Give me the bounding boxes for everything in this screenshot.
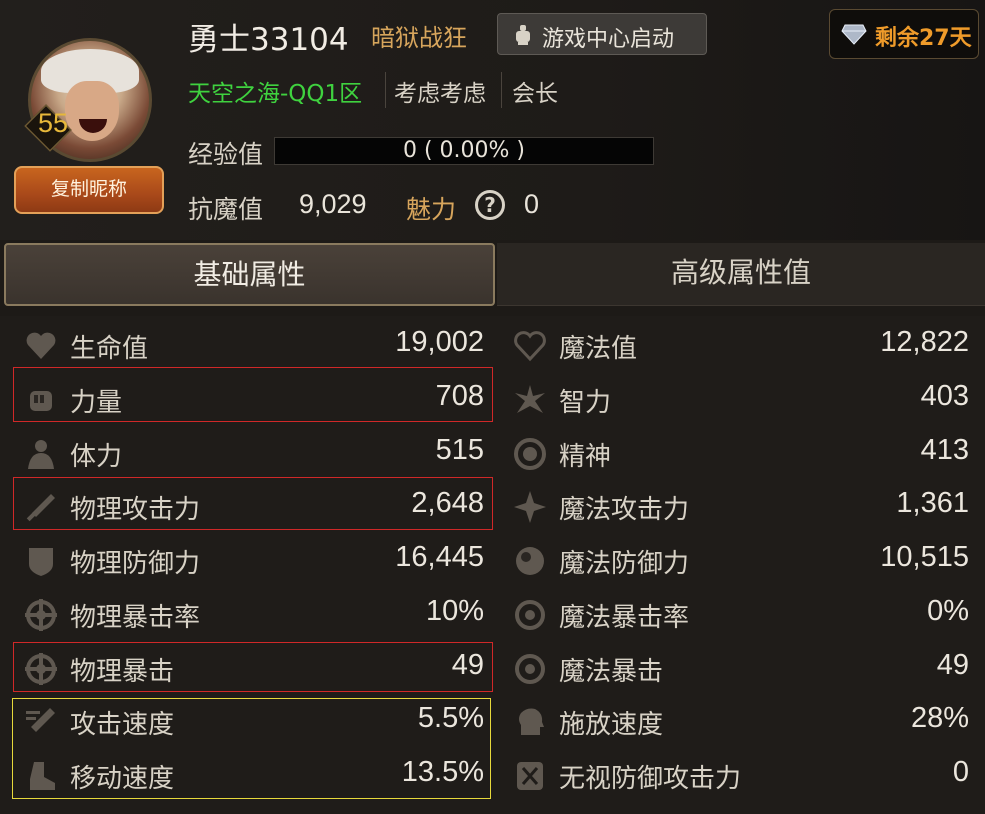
head-gear-icon	[513, 705, 547, 739]
burst-icon	[513, 383, 547, 417]
crossed-shield-icon	[513, 759, 547, 793]
stat-row: 生命值 19,002	[14, 318, 492, 372]
orb-icon	[513, 544, 547, 578]
stat-value: 19,002	[395, 326, 484, 358]
divider	[385, 72, 386, 108]
game-center-button[interactable]: 游戏中心启动	[497, 13, 707, 55]
stat-row: 无视防御攻击力 0	[503, 748, 977, 802]
magic-resist-label: 抗魔值	[188, 195, 264, 224]
body-icon	[24, 437, 58, 471]
stat-row: 魔法值 12,822	[503, 318, 977, 372]
stat-value: 403	[920, 380, 969, 412]
magic-resist-value: 9,029	[299, 189, 367, 219]
stat-label: 魔法攻击力	[559, 495, 690, 525]
stat-row: 施放速度 28%	[503, 694, 977, 748]
stat-label: 魔法防御力	[559, 549, 690, 579]
highlight-speed	[12, 698, 491, 799]
stat-label: 魔法暴击	[559, 657, 664, 687]
level-value: 55	[37, 108, 69, 138]
target-ring-icon	[513, 652, 547, 686]
highlight-physical-attack	[13, 477, 493, 530]
remaining-days-label: 剩余27天	[875, 26, 972, 51]
tab-advanced-attributes[interactable]: 高级属性值	[497, 243, 985, 306]
stat-value: 16,445	[395, 541, 484, 573]
stat-label: 施放速度	[559, 710, 664, 740]
highlight-strength	[13, 367, 493, 422]
shield-icon	[24, 544, 58, 578]
remaining-days-badge[interactable]: 剩余27天	[829, 9, 979, 59]
heart-outline-icon	[513, 329, 547, 363]
guild-role: 会长	[512, 81, 558, 107]
stat-label: 物理防御力	[70, 549, 201, 579]
experience-text: 0 ( 0.00% )	[402, 138, 526, 163]
stat-value: 413	[920, 434, 969, 466]
divider	[501, 72, 502, 108]
stat-label: 精神	[559, 442, 612, 472]
stat-value: 10,515	[880, 541, 969, 573]
avatar[interactable]: 55	[24, 38, 152, 162]
stat-row: 物理防御力 16,445	[14, 533, 492, 587]
stat-value: 10%	[425, 595, 484, 627]
guild-name: 考虑考虑	[394, 81, 486, 107]
stat-label: 体力	[70, 442, 123, 472]
stat-row: 智力 403	[503, 372, 977, 426]
charm-value: 0	[524, 189, 540, 219]
stat-label: 无视防御攻击力	[559, 764, 742, 794]
experience-label: 经验值	[188, 140, 264, 169]
stat-value: 1,361	[896, 487, 969, 519]
stat-label: 魔法暴击率	[559, 603, 690, 633]
stat-value: 28%	[910, 702, 969, 734]
stat-value: 49	[936, 649, 969, 681]
spirit-icon	[513, 437, 547, 471]
charm-label: 魅力	[406, 195, 457, 224]
stat-value: 0	[952, 756, 969, 788]
experience-bar: 0 ( 0.00% )	[274, 137, 654, 165]
crosshair-icon	[24, 598, 58, 632]
tab-basic-attributes[interactable]: 基础属性	[4, 243, 495, 306]
stat-label: 物理暴击率	[70, 603, 201, 633]
game-center-label: 游戏中心启动	[542, 27, 675, 52]
stat-row: 精神 413	[503, 426, 977, 480]
copy-nickname-button[interactable]: 复制昵称	[14, 166, 164, 214]
server-name: 天空之海-QQ1区	[188, 81, 363, 107]
stat-label: 生命值	[70, 334, 149, 364]
stat-row: 魔法暴击 49	[503, 641, 977, 695]
sparkle-icon	[513, 490, 547, 524]
game-center-icon	[514, 24, 532, 45]
highlight-physical-crit	[13, 642, 493, 692]
stat-row: 物理暴击率 10%	[14, 587, 492, 641]
player-name: 勇士33104	[188, 22, 349, 58]
target-ring-icon	[513, 598, 547, 632]
diamond-icon	[841, 23, 867, 50]
stat-value: 515	[435, 434, 484, 466]
stat-row: 魔法防御力 10,515	[503, 533, 977, 587]
player-title: 暗狱战狂	[371, 24, 467, 52]
stat-value: 12,822	[880, 326, 969, 358]
stat-label: 智力	[559, 388, 612, 418]
stat-label: 魔法值	[559, 334, 638, 364]
stat-row: 体力 515	[14, 426, 492, 480]
stat-row: 魔法暴击率 0%	[503, 587, 977, 641]
stat-value: 0%	[927, 595, 969, 627]
stat-row: 魔法攻击力 1,361	[503, 479, 977, 533]
help-icon[interactable]: ?	[475, 190, 505, 220]
heart-icon	[24, 329, 58, 363]
